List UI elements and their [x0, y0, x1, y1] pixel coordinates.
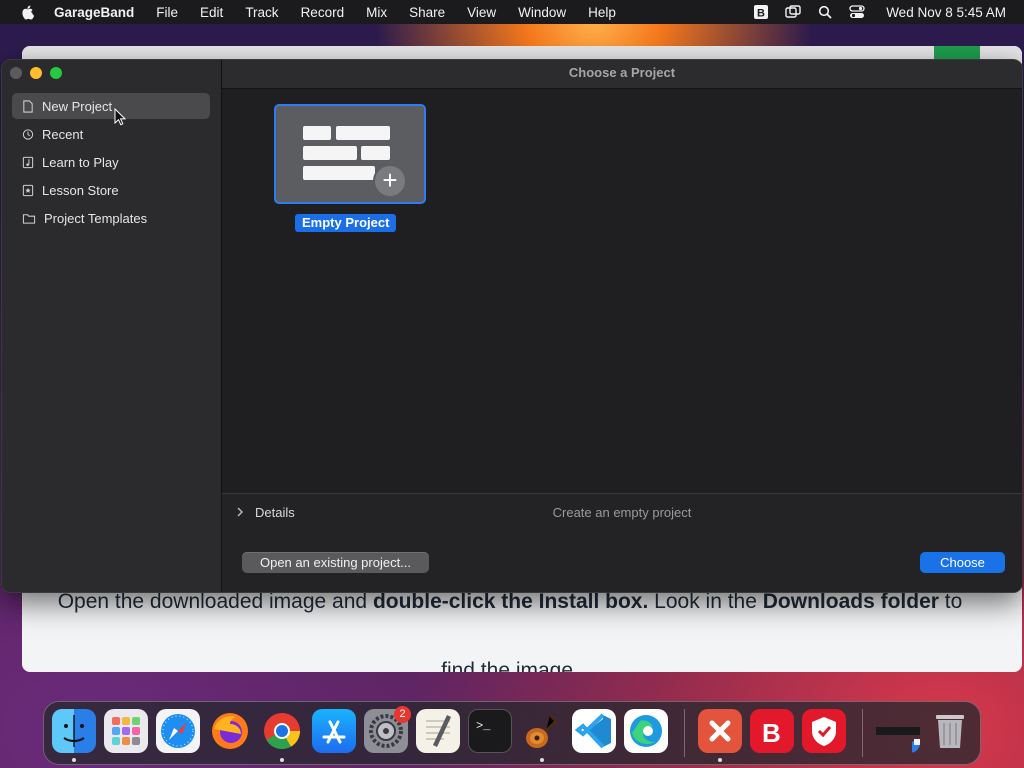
background-instruction-line2: find the image.: [441, 660, 579, 672]
choose-button[interactable]: Choose: [920, 552, 1005, 573]
instruction-bold-part: Downloads folder: [762, 590, 939, 613]
minimize-button[interactable]: [30, 67, 42, 79]
finder-running-indicator: [72, 758, 76, 762]
sidebar-item-label: New Project: [42, 98, 113, 114]
sidebar-item-project-templates[interactable]: Project Templates: [12, 205, 210, 231]
close-button[interactable]: [10, 67, 22, 79]
star-icon: [22, 184, 34, 196]
dock-separator: [684, 709, 685, 757]
plus-icon: +: [373, 164, 407, 198]
menu-window[interactable]: Window: [518, 5, 566, 20]
details-bar: Details Create an empty project: [222, 493, 1022, 532]
finder-icon[interactable]: [52, 709, 96, 753]
menu-share[interactable]: Share: [409, 5, 445, 20]
menu-bar: GarageBand File Edit Track Record Mix Sh…: [0, 0, 1024, 24]
launchpad-icon[interactable]: [104, 709, 148, 753]
control-center-icon[interactable]: [848, 4, 866, 20]
menu-track[interactable]: Track: [245, 5, 278, 20]
menu-help[interactable]: Help: [588, 5, 616, 20]
menu-record[interactable]: Record: [301, 5, 345, 20]
zoom-button[interactable]: [50, 67, 62, 79]
bitdefender-vpn-icon[interactable]: [802, 709, 846, 753]
remote-desktop-icon[interactable]: [698, 709, 742, 753]
safari-icon[interactable]: [156, 709, 200, 753]
sidebar-item-learn-to-play[interactable]: Learn to Play: [12, 149, 210, 175]
sidebar-item-new-project[interactable]: New Project: [12, 93, 210, 119]
dock: 2 >_ B: [43, 701, 981, 765]
dialog-footer: Open an existing project... Choose: [222, 531, 1022, 592]
chrome-running-indicator: [280, 758, 284, 762]
empty-project-label[interactable]: Empty Project: [295, 214, 397, 232]
downloads-stack-icon[interactable]: [876, 709, 920, 753]
sidebar-item-label: Recent: [42, 126, 84, 142]
menu-app-name[interactable]: GarageBand: [54, 5, 134, 20]
project-grid: + Empty Project: [222, 89, 1022, 493]
textedit-icon[interactable]: [416, 709, 460, 753]
sidebar: New Project Recent Learn to Play Lesson …: [2, 60, 222, 592]
apple-menu-icon[interactable]: [20, 4, 36, 20]
instruction-text-part: Open the downloaded image and: [57, 590, 373, 613]
music-note-icon: [22, 156, 34, 168]
firefox-icon[interactable]: [208, 709, 252, 753]
choose-project-window: New Project Recent Learn to Play Lesson …: [1, 59, 1023, 593]
search-icon[interactable]: [816, 4, 834, 20]
app-store-icon[interactable]: [312, 709, 356, 753]
edge-icon[interactable]: [624, 709, 668, 753]
open-existing-project-button[interactable]: Open an existing project...: [242, 552, 429, 573]
sidebar-item-lesson-store[interactable]: Lesson Store: [12, 177, 210, 203]
chrome-icon[interactable]: [260, 709, 304, 753]
window-controls: [10, 67, 62, 79]
instruction-text-part: to: [938, 590, 963, 613]
menu-edit[interactable]: Edit: [200, 5, 223, 20]
project-description: Create an empty project: [552, 505, 692, 520]
document-icon: [23, 99, 33, 113]
screen-mirroring-icon[interactable]: [784, 4, 802, 20]
svg-text:B: B: [762, 718, 781, 748]
empty-project-tile[interactable]: +: [274, 104, 426, 204]
svg-text:B: B: [757, 8, 765, 20]
instruction-bold-part: double-click the Install box.: [372, 590, 649, 613]
sidebar-item-recent[interactable]: Recent: [12, 121, 210, 147]
trash-icon[interactable]: [928, 709, 972, 753]
menu-file[interactable]: File: [156, 5, 178, 20]
garageband-running-indicator: [540, 758, 544, 762]
menu-clock[interactable]: Wed Nov 8 5:45 AM: [886, 5, 1006, 20]
mouse-cursor-icon: [114, 108, 126, 126]
dock-separator: [862, 709, 863, 757]
sidebar-item-label: Lesson Store: [42, 182, 119, 198]
folder-icon: [22, 213, 36, 224]
garageband-icon[interactable]: [520, 709, 564, 753]
sidebar-item-label: Learn to Play: [42, 154, 119, 170]
instruction-text-part: Look in the: [648, 590, 763, 613]
menu-view[interactable]: View: [467, 5, 496, 20]
clock-icon: [22, 128, 34, 140]
bbedit-icon[interactable]: B: [752, 4, 770, 20]
vscode-icon[interactable]: [572, 709, 616, 753]
bitdefender-icon[interactable]: B: [750, 709, 794, 753]
svg-text:>_: >_: [476, 719, 491, 733]
sidebar-item-label: Project Templates: [44, 210, 148, 226]
window-title: Choose a Project: [222, 60, 1022, 89]
remote-desktop-running-indicator: [718, 758, 722, 762]
menu-mix[interactable]: Mix: [366, 5, 387, 20]
terminal-icon[interactable]: >_: [468, 709, 512, 753]
notification-badge: 2: [394, 706, 411, 723]
